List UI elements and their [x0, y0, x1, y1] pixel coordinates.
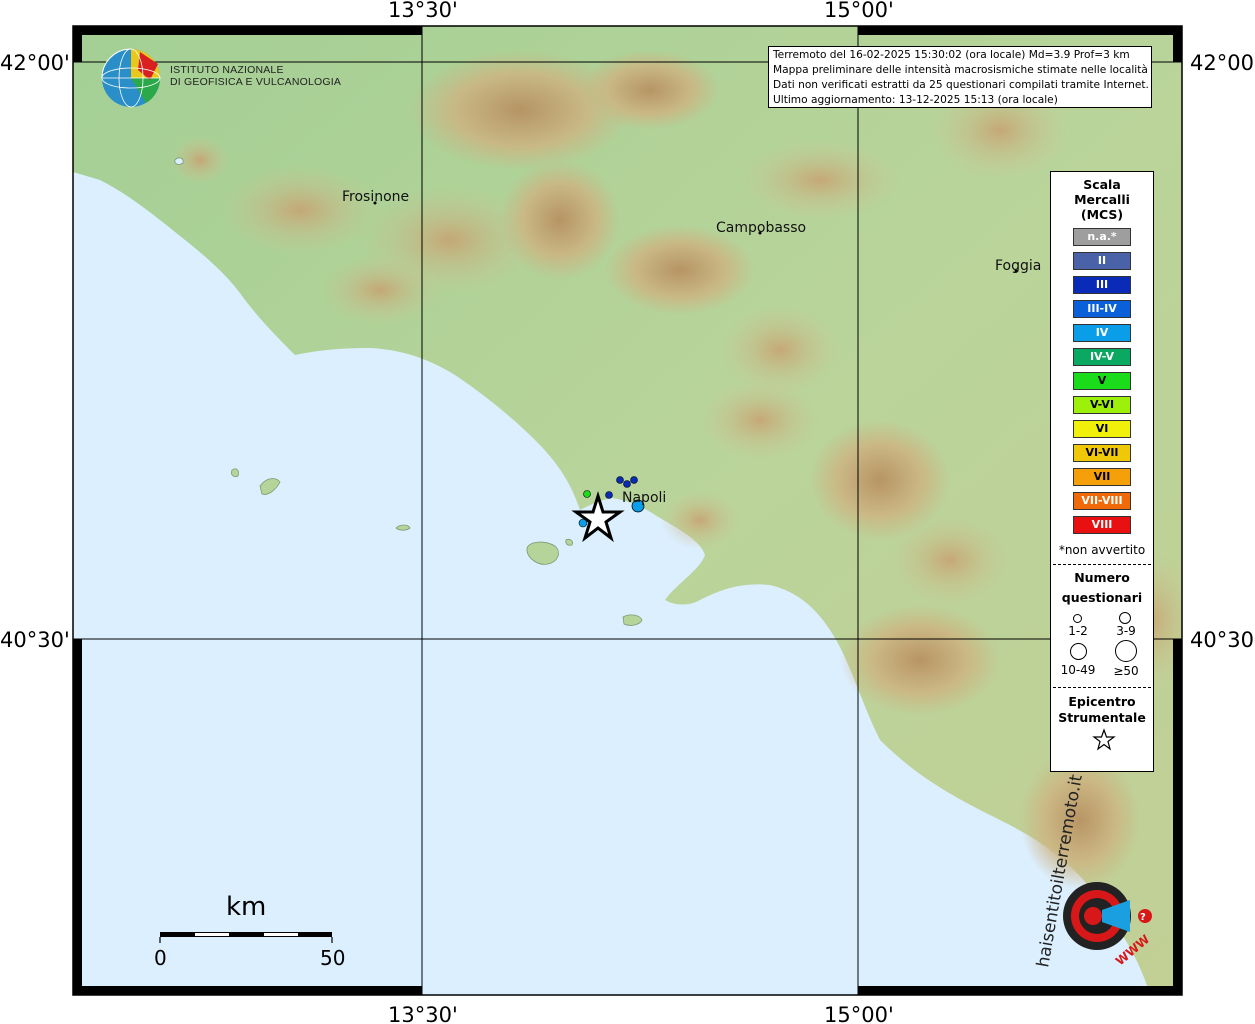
count-title-line-2: questionari: [1061, 590, 1143, 605]
mcs-scale-item: II: [1073, 252, 1131, 270]
mcs-scale-item: V: [1073, 372, 1131, 390]
institute-line-1: ISTITUTO NAZIONALE: [170, 64, 284, 76]
lon-label-top-1: 13°30': [388, 0, 458, 22]
count-label-4: ≥50: [1113, 664, 1139, 678]
info-line-2: Mappa preliminare delle intensità macros…: [773, 64, 1148, 76]
epicenter-legend-icon: [1092, 728, 1116, 751]
count-symbols: 1-2 3-9 10-49 ≥50: [1051, 608, 1153, 680]
mcs-scale-item: VII: [1073, 468, 1131, 486]
mcs-scale-item: V-VI: [1073, 396, 1131, 414]
count-label-3: 10-49: [1060, 663, 1096, 677]
institute-name: ISTITUTO NAZIONALE DI GEOFISICA E VULCAN…: [170, 64, 341, 88]
mcs-scale-item: IV-V: [1073, 348, 1131, 366]
mcs-scale-item: IV: [1073, 324, 1131, 342]
institute-line-2: DI GEOFISICA E VULCANOLOGIA: [170, 76, 342, 88]
count-label-2: 3-9: [1116, 624, 1136, 638]
lat-label-left-1: 42°00': [0, 51, 70, 75]
event-info-box: Terremoto del 16-02-2025 15:30:02 (ora l…: [768, 46, 1152, 108]
legend: Scala Mercalli (MCS) n.a.* II III III-IV IV I…: [1050, 171, 1154, 772]
legend-title-line-3: (MCS): [1080, 207, 1124, 222]
lon-label-bottom-1: 13°30': [388, 1003, 458, 1024]
count-circle-1: [1073, 614, 1082, 623]
count-circle-2: [1119, 612, 1131, 624]
legend-divider: [1053, 564, 1151, 565]
epicenter-title-line-2: Strumentale: [1058, 710, 1146, 725]
city-label-campobasso: Campobasso: [716, 220, 806, 236]
count-title-line-1: Numero: [1074, 570, 1130, 585]
mcs-scale-item: VIII: [1073, 516, 1131, 534]
svg-text:?: ?: [1140, 912, 1146, 923]
scale-unit: km: [226, 892, 266, 922]
intensity-point: [623, 480, 631, 488]
info-line-3: Dati non verificati estratti da 25 quest…: [773, 79, 1149, 91]
count-label-1: 1-2: [1068, 624, 1088, 638]
count-circle-4: [1115, 640, 1137, 662]
lat-label-right-1: 42°00': [1190, 51, 1255, 75]
info-line-1: Terremoto del 16-02-2025 15:30:02 (ora l…: [773, 49, 1130, 61]
intensity-point: [583, 490, 591, 498]
mcs-scale-item: III-IV: [1073, 300, 1131, 318]
epicenter-title-line-1: Epicentro: [1068, 694, 1136, 709]
mcs-scale-list: n.a.* II III III-IV IV IV-V V V-VI VI VI-VII VII VI…: [1051, 228, 1153, 534]
lon-label-bottom-2: 15°00': [824, 1003, 894, 1024]
legend-title-line-2: Mercalli: [1074, 192, 1130, 207]
legend-title: Scala Mercalli (MCS): [1051, 177, 1153, 222]
city-label-napoli: Napoli: [622, 490, 666, 506]
mcs-scale-item: VI-VII: [1073, 444, 1131, 462]
lat-label-right-2: 40°30': [1190, 628, 1255, 652]
mcs-scale-item: VI: [1073, 420, 1131, 438]
scale-start: 0: [154, 946, 167, 970]
scale-end: 50: [320, 946, 345, 970]
count-title: Numero questionari: [1051, 568, 1153, 608]
legend-footnote: *non avvertito: [1058, 543, 1146, 557]
mcs-scale-item: III: [1073, 276, 1131, 294]
epicenter-title: Epicentro Strumentale: [1051, 694, 1153, 726]
city-label-frosinone: Frosinone: [342, 189, 409, 205]
lon-label-top-2: 15°00': [824, 0, 894, 22]
city-label-foggia: Foggia: [995, 258, 1041, 274]
count-circle-3: [1070, 643, 1087, 660]
intensity-point: [616, 476, 624, 484]
intensity-point: [605, 491, 613, 499]
mcs-scale-item: VII-VIII: [1073, 492, 1131, 510]
lat-label-left-2: 40°30': [0, 628, 70, 652]
intensity-point: [630, 476, 638, 484]
info-line-4: Ultimo aggiornamento: 13-12-2025 15:13 (…: [773, 94, 1058, 106]
mcs-scale-item: n.a.*: [1073, 228, 1131, 246]
legend-divider: [1053, 687, 1151, 688]
legend-title-line-1: Scala: [1083, 177, 1121, 192]
ingv-logo-icon: [101, 48, 161, 108]
